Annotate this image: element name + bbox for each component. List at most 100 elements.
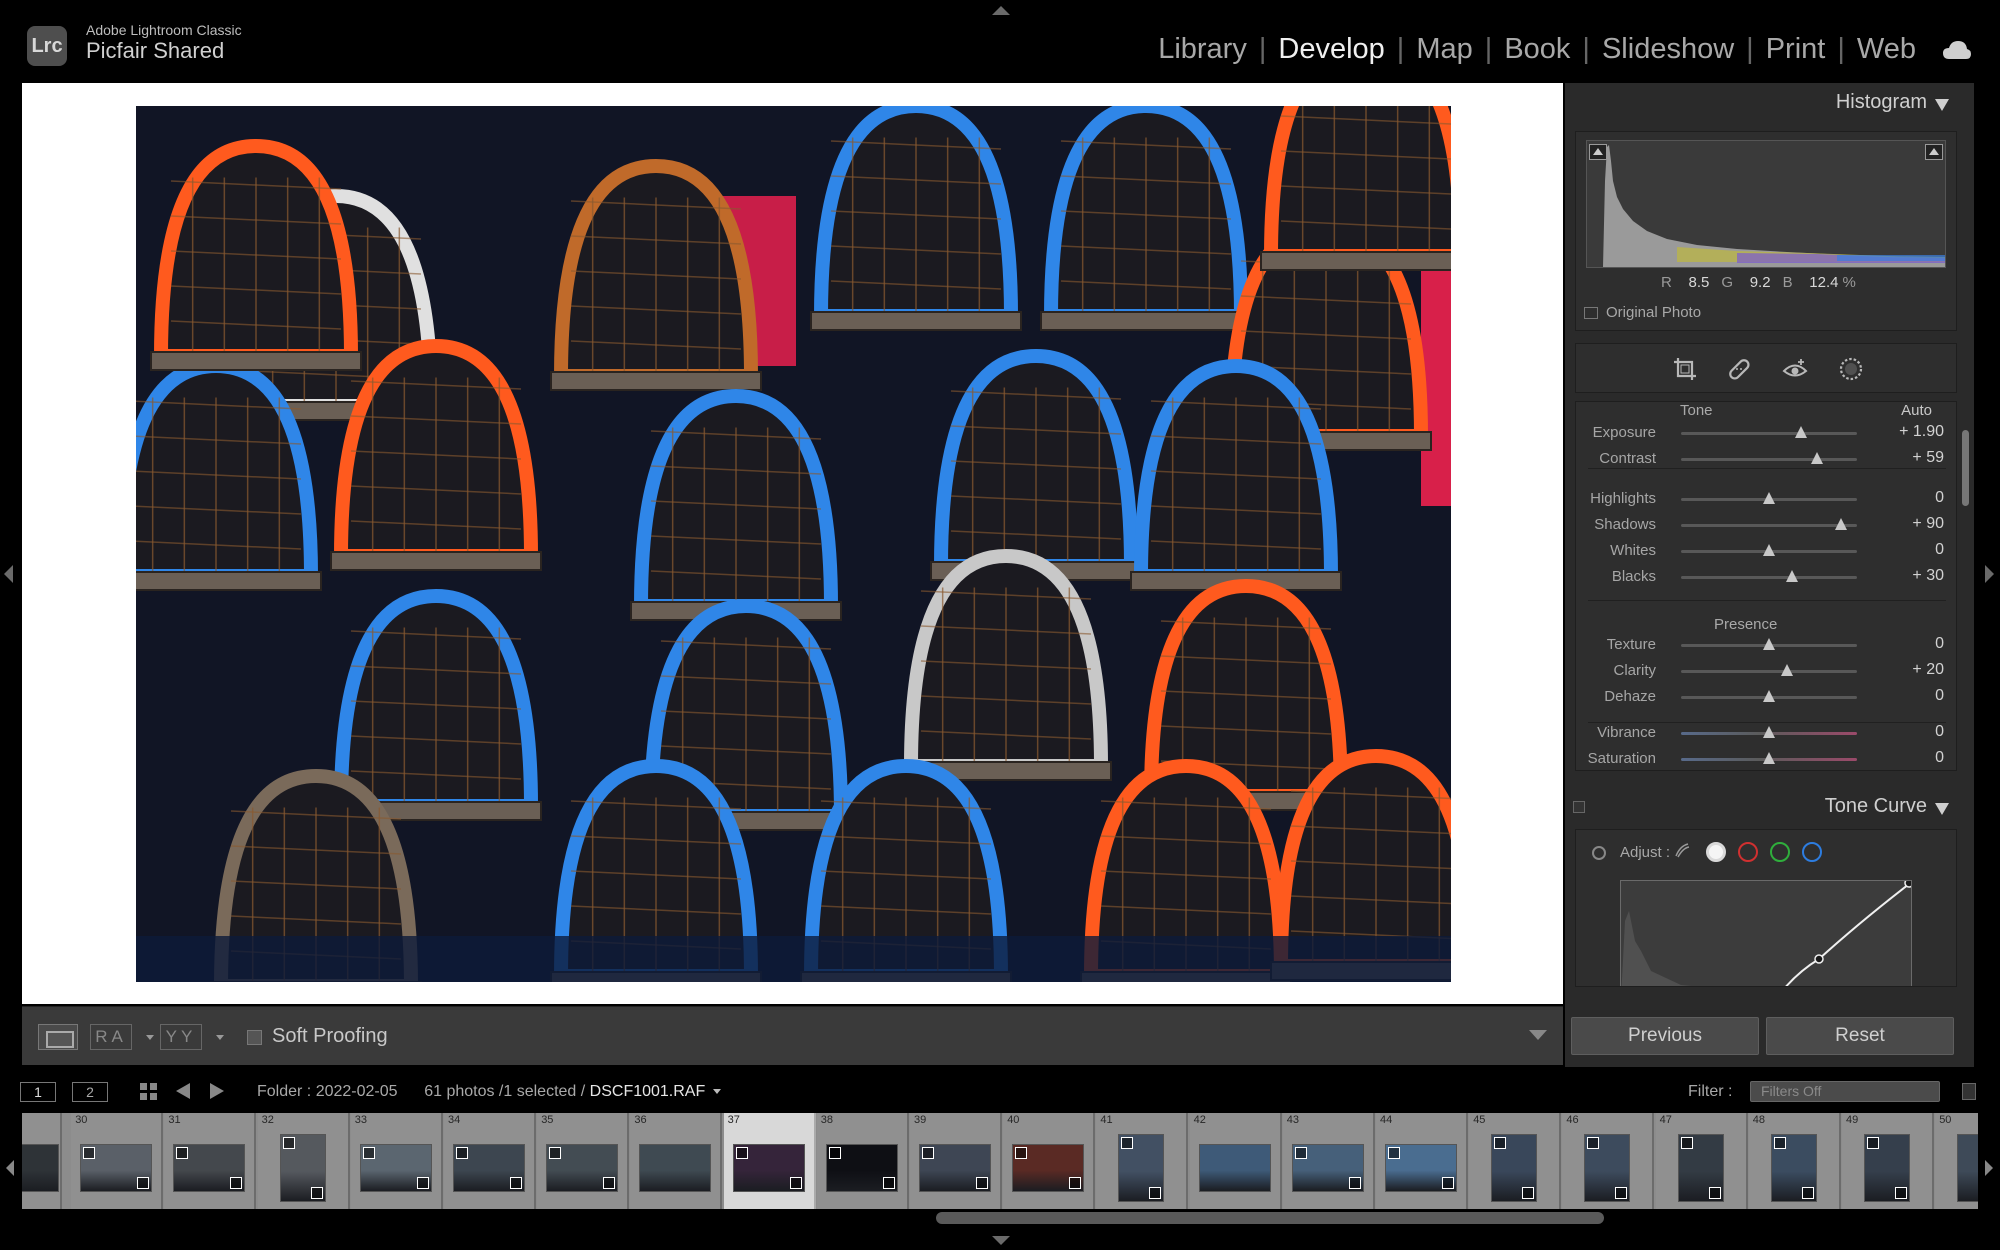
masking-icon[interactable] [1838,356,1864,382]
right-panel-scrollbar[interactable] [1962,430,1969,506]
module-web[interactable]: Web [1845,33,1928,66]
filmstrip-thumbnail[interactable]: 39 [910,1113,1002,1209]
previous-photo-icon[interactable] [176,1083,190,1099]
slider-highlights[interactable]: Highlights 0 [1576,488,1958,510]
filmstrip-thumbnail[interactable]: 45 [1469,1113,1562,1209]
slider-value[interactable]: 0 [1935,723,1944,741]
filmstrip-thumbnail[interactable]: 31 [164,1113,257,1209]
slider-value[interactable]: + 59 [1912,449,1944,467]
slider-thumb[interactable] [1794,426,1807,438]
healing-brush-icon[interactable] [1726,356,1752,382]
slider-clarity[interactable]: Clarity + 20 [1576,660,1958,682]
histogram-graph[interactable] [1586,140,1946,268]
tone-curve-header[interactable]: Tone Curve [1575,789,1957,827]
loupe-view-button[interactable] [38,1024,78,1050]
curve-channel-rgb-icon[interactable] [1706,842,1726,862]
slider-value[interactable]: 0 [1935,489,1944,507]
module-library[interactable]: Library [1146,33,1259,66]
slider-value[interactable]: 0 [1935,687,1944,705]
slider-thumb[interactable] [1780,664,1793,676]
primary-window-button[interactable]: 1 [20,1082,56,1102]
slider-thumb[interactable] [1763,726,1775,738]
slider-track[interactable] [1681,690,1857,702]
module-book[interactable]: Book [1492,33,1582,66]
slider-track[interactable] [1681,752,1857,764]
slider-thumb[interactable] [1835,518,1848,530]
slider-blacks[interactable]: Blacks + 30 [1576,566,1958,588]
filmstrip-thumbnail[interactable] [22,1113,62,1209]
toolbar-content-menu-icon[interactable] [1529,1030,1547,1040]
filmstrip-thumbnail[interactable]: 35 [537,1113,630,1209]
filmstrip-thumbnail[interactable]: 43 [1282,1113,1375,1209]
grid-view-icon[interactable] [140,1083,157,1100]
slider-track[interactable] [1681,544,1857,556]
before-after-left-right-button[interactable]: RA [90,1024,132,1050]
filmstrip-thumbnail[interactable]: 42 [1189,1113,1282,1209]
slider-thumb[interactable] [1785,570,1798,582]
filmstrip-thumbnail[interactable]: 50 [1935,1113,1978,1209]
slider-dehaze[interactable]: Dehaze 0 [1576,686,1958,708]
target-adjustment-icon[interactable] [1592,846,1606,860]
slider-value[interactable]: 0 [1935,635,1944,653]
slider-vibrance[interactable]: Vibrance 0 [1576,722,1958,744]
photo-preview[interactable] [136,106,1451,982]
filmstrip-thumbnail[interactable]: 49 [1842,1113,1934,1209]
chevron-down-icon[interactable] [713,1089,722,1095]
chevron-down-icon[interactable] [146,1035,154,1040]
slider-thumb[interactable] [1763,492,1775,504]
curve-channel-blue-icon[interactable] [1802,842,1822,862]
slider-value[interactable]: + 1.90 [1899,423,1944,441]
filmstrip-thumbnail[interactable]: 44 [1376,1113,1468,1209]
filmstrip-thumbnail[interactable]: 40 [1003,1113,1096,1209]
next-photo-icon[interactable] [210,1083,224,1099]
crop-icon[interactable] [1672,356,1698,382]
slider-thumb[interactable] [1763,638,1775,650]
slider-thumb[interactable] [1763,544,1775,556]
filmstrip-thumbnail[interactable]: 36 [630,1113,723,1209]
tone-curve-graph[interactable] [1620,878,1914,986]
slider-track[interactable] [1681,492,1857,504]
filmstrip-thumbnail[interactable]: 46 [1562,1113,1655,1209]
left-panel-toggle-icon[interactable] [4,565,13,583]
filmstrip-thumbnail[interactable]: 41 [1096,1113,1189,1209]
histogram-header[interactable]: Histogram [1575,85,1957,123]
shadow-clipping-icon[interactable] [1589,144,1607,160]
previous-button[interactable]: Previous [1571,1017,1759,1055]
slider-saturation[interactable]: Saturation 0 [1576,748,1958,770]
slider-track[interactable] [1681,570,1857,582]
filter-dropdown[interactable]: Filters Off [1750,1081,1940,1102]
filmstrip-thumbnail[interactable]: 34 [444,1113,536,1209]
slider-value[interactable]: + 20 [1912,661,1944,679]
cloud-sync-icon[interactable] [1942,40,1972,60]
right-panel-toggle-icon[interactable] [1985,565,1994,583]
module-map[interactable]: Map [1404,33,1484,66]
module-slideshow[interactable]: Slideshow [1590,33,1746,66]
bottom-panel-toggle-icon[interactable] [992,1236,1010,1245]
curve-channel-green-icon[interactable] [1770,842,1790,862]
slider-track[interactable] [1681,664,1857,676]
module-develop[interactable]: Develop [1266,33,1396,66]
secondary-window-button[interactable]: 2 [72,1082,108,1102]
top-panel-toggle-icon[interactable] [992,6,1010,15]
slider-value[interactable]: + 30 [1912,567,1944,585]
slider-thumb[interactable] [1763,752,1775,764]
filmstrip-scroll-right-icon[interactable] [1985,1160,1993,1176]
slider-exposure[interactable]: Exposure + 1.90 [1576,422,1958,444]
reset-button[interactable]: Reset [1766,1017,1954,1055]
filmstrip-thumbnail[interactable]: 38 [816,1113,909,1209]
auto-tone-button[interactable]: Auto [1901,402,1932,419]
slider-track[interactable] [1681,638,1857,650]
filter-lock-icon[interactable] [1962,1083,1976,1100]
filmstrip-thumbnail[interactable]: 33 [350,1113,443,1209]
before-after-top-bottom-button[interactable]: YY [160,1024,202,1050]
curve-channel-red-icon[interactable] [1738,842,1758,862]
slider-value[interactable]: + 90 [1912,515,1944,533]
original-photo-checkbox[interactable] [1584,307,1598,319]
slider-track[interactable] [1681,518,1857,530]
soft-proofing-checkbox[interactable] [247,1030,262,1045]
slider-whites[interactable]: Whites 0 [1576,540,1958,562]
filmstrip-thumbnail[interactable]: 30 [71,1113,164,1209]
chevron-down-icon[interactable] [216,1035,224,1040]
filmstrip-thumbnail[interactable]: 32 [257,1113,350,1209]
module-print[interactable]: Print [1754,33,1838,66]
